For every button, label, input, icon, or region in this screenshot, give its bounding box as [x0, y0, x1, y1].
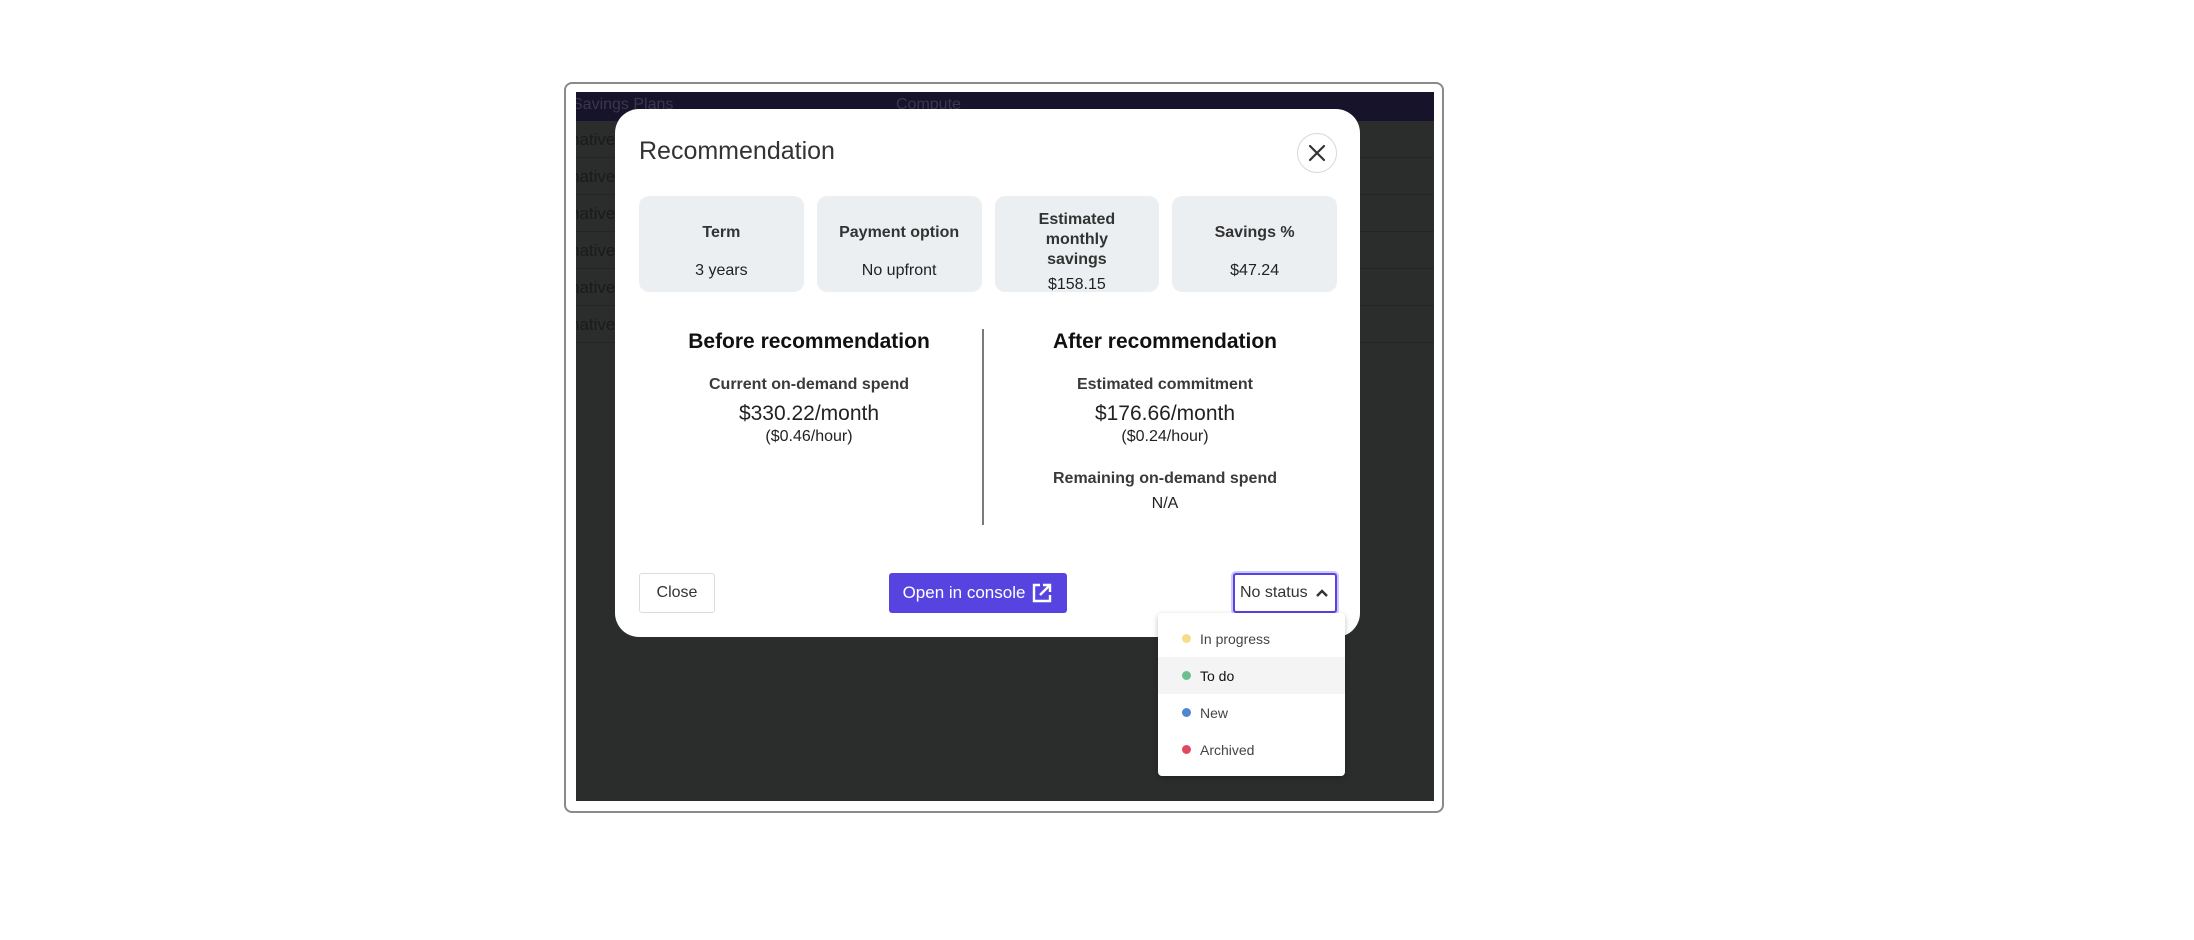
status-option-label: In progress — [1200, 630, 1271, 647]
status-option-label: New — [1200, 704, 1229, 721]
status-dot-icon — [1182, 745, 1191, 754]
row-cell: native — [576, 278, 616, 297]
card-value: $47.24 — [1230, 262, 1280, 279]
summary-cards: Term 3 years Payment option No upfront E… — [639, 196, 1337, 293]
summary-card-payment-option: Payment option No upfront — [816, 196, 982, 292]
section-divider — [982, 329, 984, 525]
external-link-icon — [1033, 583, 1052, 603]
modal-close-button[interactable] — [1297, 133, 1337, 173]
row-cell: native — [576, 204, 616, 223]
monthly-commitment: $176.66/month — [1094, 402, 1236, 425]
status-option-label: To do — [1200, 667, 1235, 684]
remaining-spend-label: Remaining on-demand spend — [1052, 470, 1277, 487]
chevron-up-icon — [1316, 589, 1328, 597]
hourly-spend: ($0.46/hour) — [765, 428, 853, 445]
status-option-new[interactable]: New — [1158, 694, 1345, 731]
status-dot-icon — [1182, 671, 1191, 680]
modal-title: Recommendation — [639, 137, 835, 165]
hourly-commitment: ($0.24/hour) — [1121, 428, 1209, 445]
status-dropdown-menu: In progress To do New Archived — [1158, 613, 1345, 776]
after-recommendation-section: After recommendation Estimated commitmen… — [995, 329, 1335, 513]
status-option-to-do[interactable]: To do — [1158, 657, 1345, 694]
status-selected-value: No status — [1240, 584, 1308, 601]
card-label: Estimated monthly savings — [1038, 211, 1116, 268]
card-label: Term — [702, 224, 741, 241]
row-cell: native — [576, 130, 616, 149]
section-title: Before recommendation — [688, 330, 930, 353]
open-in-console-button[interactable]: Open in console — [889, 573, 1067, 613]
commitment-label: Estimated commitment — [1076, 376, 1254, 393]
monthly-spend: $330.22/month — [738, 402, 880, 425]
status-select[interactable]: No status — [1233, 573, 1337, 613]
status-option-label: Archived — [1200, 741, 1255, 758]
card-value: $158.15 — [1047, 276, 1106, 293]
before-recommendation-section: Before recommendation Current on-demand … — [639, 329, 979, 447]
row-cell: native — [576, 241, 616, 260]
close-x-icon — [1308, 144, 1326, 162]
section-title: After recommendation — [1052, 330, 1278, 353]
summary-card-savings-percent: Savings % $47.24 — [1172, 196, 1337, 292]
card-value: 3 years — [695, 262, 748, 279]
card-value: No upfront — [861, 262, 937, 279]
open-in-console-label: Open in console — [902, 583, 1026, 602]
summary-card-monthly-savings: Estimated monthly savings $158.15 — [994, 196, 1160, 293]
status-dot-icon — [1182, 634, 1191, 643]
card-label: Savings % — [1214, 224, 1295, 241]
close-button[interactable]: Close — [639, 573, 715, 613]
status-dot-icon — [1182, 708, 1191, 717]
recommendation-modal: Recommendation Term 3 years Payment opti… — [615, 109, 1360, 637]
row-cell: native — [576, 167, 616, 186]
summary-card-term: Term 3 years — [639, 196, 804, 292]
row-cell: native — [576, 315, 616, 334]
status-option-in-progress[interactable]: In progress — [1158, 620, 1345, 657]
remaining-spend-value: N/A — [1151, 495, 1179, 512]
status-option-archived[interactable]: Archived — [1158, 731, 1345, 768]
spend-label: Current on-demand spend — [708, 376, 909, 393]
card-label: Payment option — [839, 224, 960, 241]
